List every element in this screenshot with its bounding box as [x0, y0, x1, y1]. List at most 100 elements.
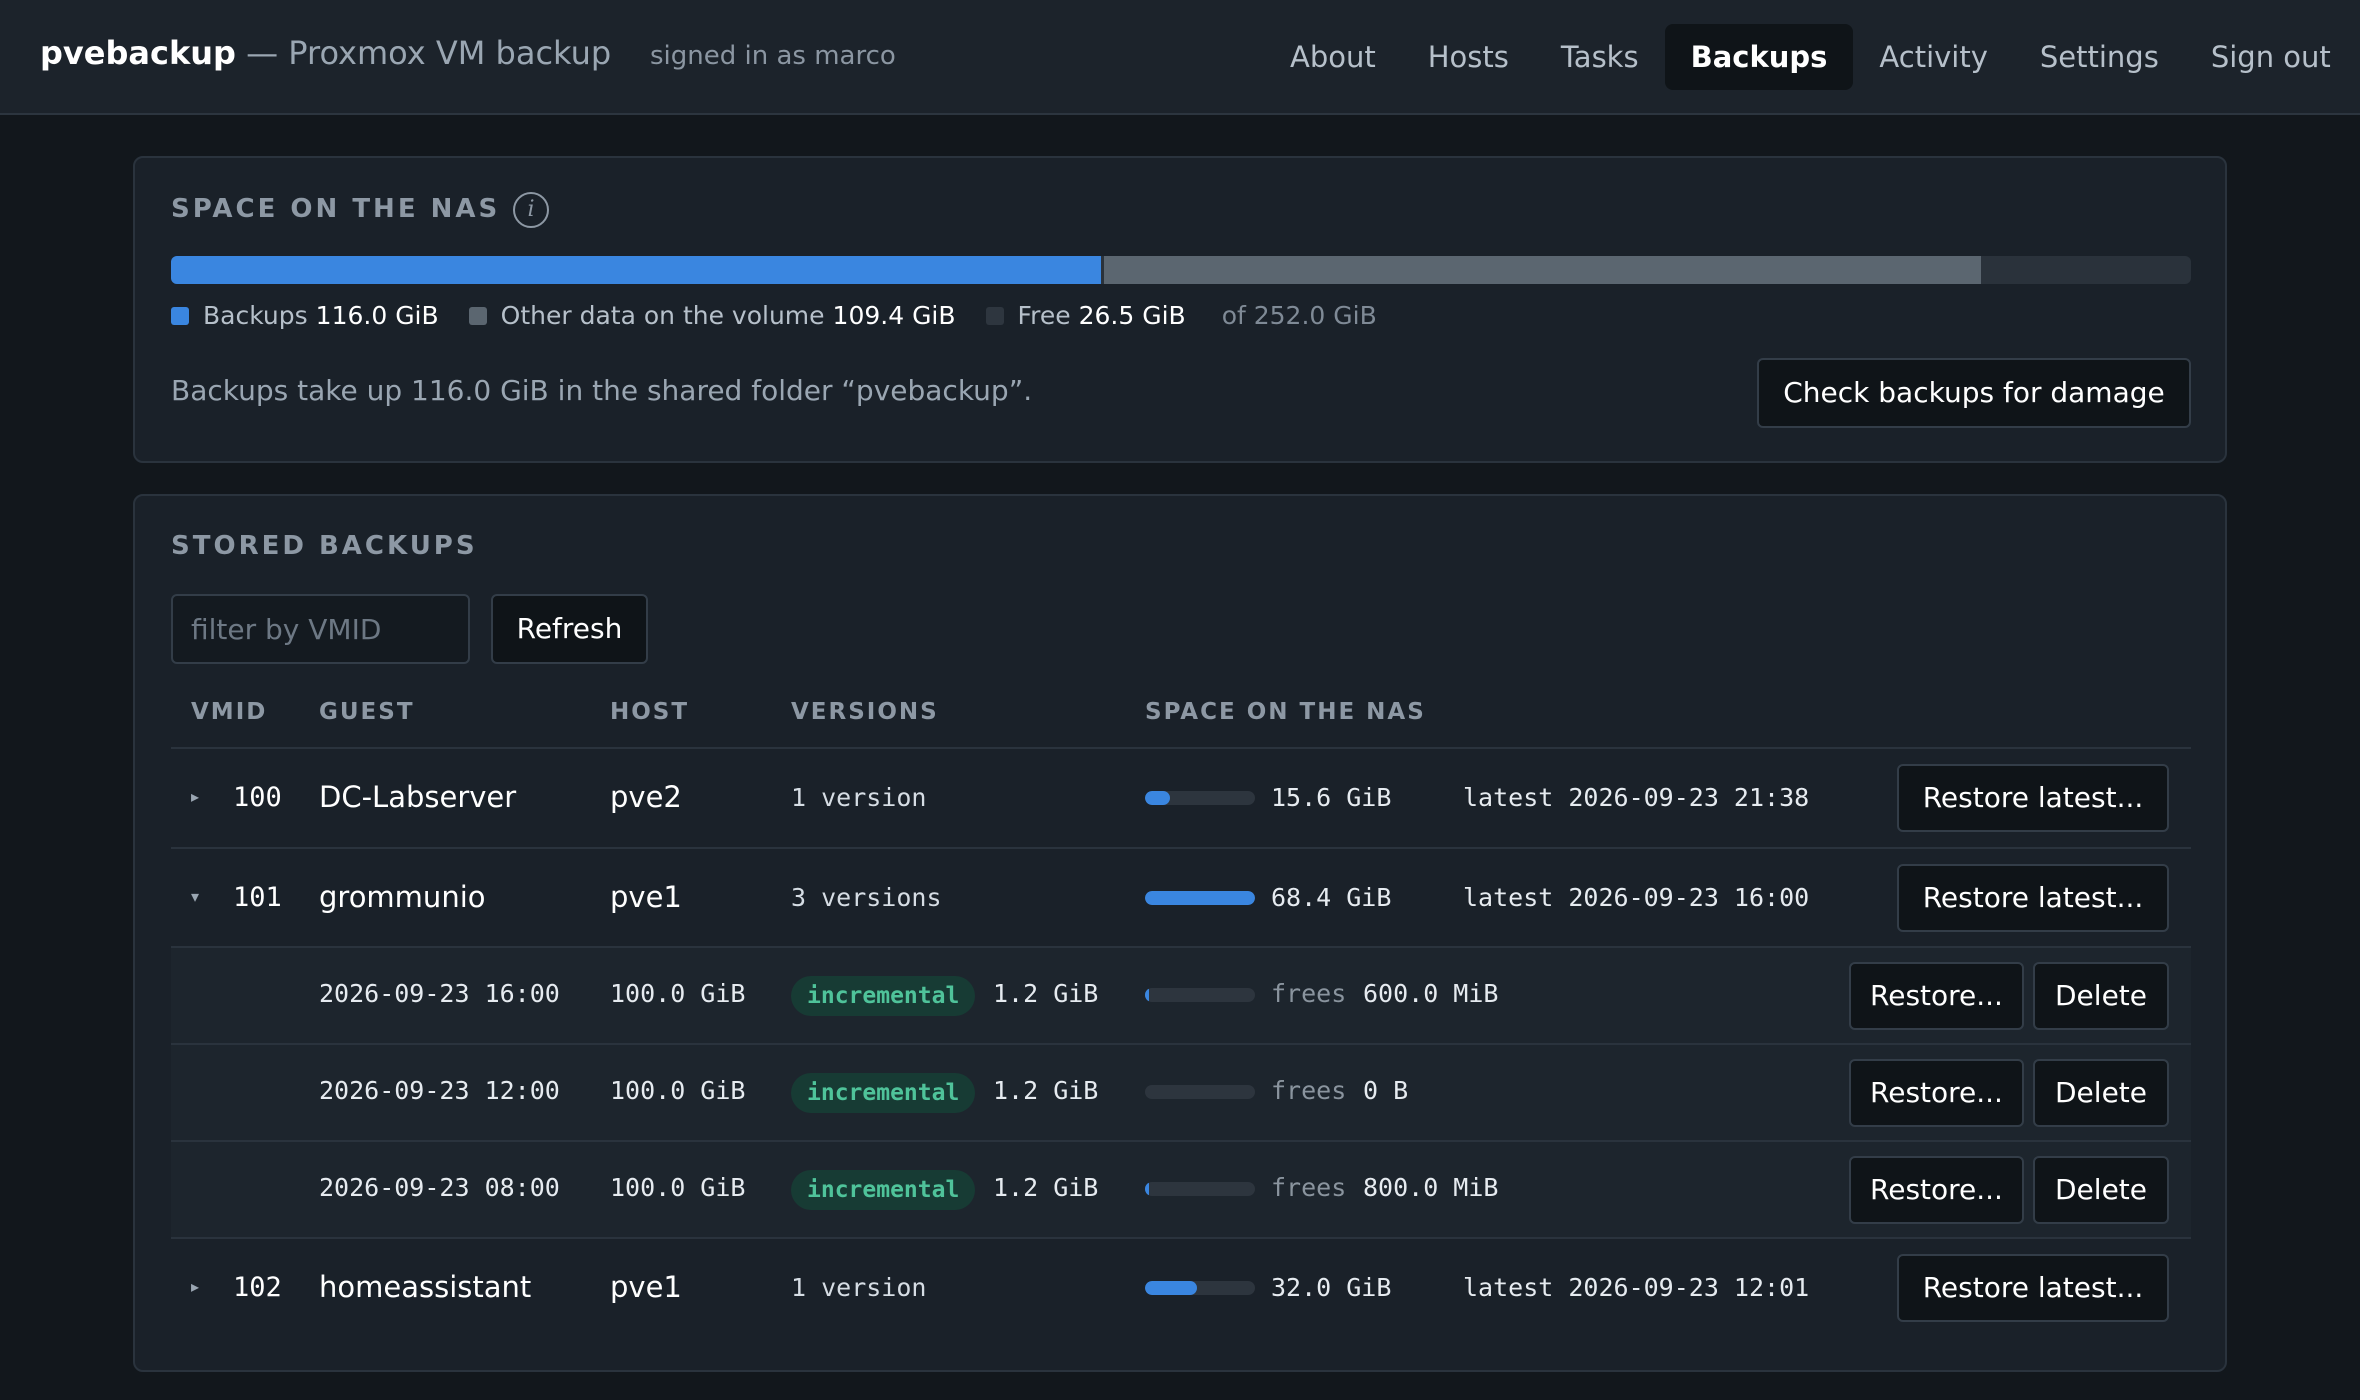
snapshot-frees-fill	[1145, 1182, 1149, 1196]
nav-activity[interactable]: Activity	[1853, 24, 2013, 90]
snapshot-frees-label: frees	[1271, 979, 1347, 1008]
legend-swatch-free	[985, 306, 1004, 325]
vm-versions: 1 version	[791, 783, 927, 812]
snapshot-type-badge: incremental	[791, 1073, 976, 1113]
snapshot-size: 1.2 GiB	[993, 1173, 1099, 1202]
delete-snapshot-button[interactable]: Delete	[2033, 1059, 2169, 1127]
usage-segment-backups	[171, 256, 1101, 284]
vm-space-bar	[1145, 791, 1255, 805]
restore-snapshot-button[interactable]: Restore...	[1849, 962, 2024, 1030]
nas-space-panel: SPACE ON THE NAS i Backups 116.0 GiB Oth…	[133, 156, 2227, 463]
snapshot-frees-bar	[1145, 1085, 1255, 1099]
legend-swatch-other	[468, 306, 487, 325]
check-backups-button[interactable]: Check backups for damage	[1757, 358, 2191, 428]
main-nav: About Hosts Tasks Backups Activity Setti…	[1264, 24, 2357, 90]
vm-size: 15.6 GiB	[1271, 783, 1392, 812]
vm-space-bar	[1145, 1281, 1255, 1295]
nas-space-title: SPACE ON THE NAS	[171, 194, 501, 224]
top-bar: pvebackup — Proxmox VM backup signed in …	[0, 0, 2360, 115]
app-brand[interactable]: pvebackup — Proxmox VM backup	[40, 34, 611, 72]
vm-size: 32.0 GiB	[1271, 1273, 1392, 1302]
legend-other-value: 109.4 GiB	[832, 301, 956, 330]
column-header-versions[interactable]: VERSIONS	[791, 699, 939, 725]
column-header-host[interactable]: HOST	[610, 699, 689, 725]
legend-free-label: Free	[1017, 301, 1071, 330]
vm-row[interactable]: ▸ 100 DC-Labserver pve2 1 version 15.6 G…	[171, 747, 2191, 847]
vm-row[interactable]: ▾ 101 grommunio pve1 3 versions 68.4 GiB…	[171, 847, 2191, 946]
vm-guest-name: grommunio	[319, 880, 486, 914]
nav-backups[interactable]: Backups	[1664, 24, 1854, 90]
app-name: pvebackup	[40, 34, 236, 72]
collapse-caret-icon[interactable]: ▾	[191, 887, 199, 906]
vm-guest-name: homeassistant	[319, 1270, 532, 1304]
legend-free: Free 26.5 GiB	[985, 301, 1186, 330]
restore-snapshot-button[interactable]: Restore...	[1849, 1059, 2024, 1127]
snapshot-frees-value: 800.0 MiB	[1363, 1173, 1499, 1202]
snapshot-disk-size: 100.0 GiB	[610, 1076, 746, 1105]
nav-settings[interactable]: Settings	[2014, 24, 2185, 90]
vm-latest: latest 2026-09-23 16:00	[1463, 883, 1810, 912]
snapshot-frees-value: 0 B	[1363, 1076, 1409, 1105]
nav-about[interactable]: About	[1264, 24, 1402, 90]
vmid-filter-input[interactable]	[171, 594, 470, 664]
nav-sign-out[interactable]: Sign out	[2185, 24, 2357, 90]
vm-row[interactable]: ▸ 102 homeassistant pve1 1 version 32.0 …	[171, 1237, 2191, 1337]
snapshot-frees-fill	[1145, 988, 1149, 1002]
vm-size: 68.4 GiB	[1271, 883, 1392, 912]
snapshot-time: 2026-09-23 08:00	[319, 1173, 560, 1202]
vm-space-fill	[1145, 891, 1255, 905]
column-header-vmid[interactable]: VMID	[191, 699, 267, 725]
legend-backups: Backups 116.0 GiB	[171, 301, 439, 330]
delete-snapshot-button[interactable]: Delete	[2033, 962, 2169, 1030]
snapshot-type-badge: incremental	[791, 1170, 976, 1210]
snapshot-row: 2026-09-23 16:00 100.0 GiB incremental 1…	[171, 946, 2191, 1043]
legend-free-value: 26.5 GiB	[1078, 301, 1186, 330]
usage-legend: Backups 116.0 GiB Other data on the volu…	[171, 301, 1377, 330]
vm-versions: 3 versions	[791, 883, 942, 912]
snapshot-row: 2026-09-23 08:00 100.0 GiB incremental 1…	[171, 1140, 2191, 1237]
column-header-space[interactable]: SPACE ON THE NAS	[1145, 699, 1426, 725]
vm-host: pve1	[610, 1270, 682, 1304]
signed-in-label: signed in as marco	[650, 41, 896, 71]
delete-snapshot-button[interactable]: Delete	[2033, 1156, 2169, 1224]
snapshot-frees-label: frees	[1271, 1173, 1347, 1202]
info-icon[interactable]: i	[513, 192, 549, 228]
legend-total: of 252.0 GiB	[1221, 301, 1377, 330]
legend-backups-label: Backups	[203, 301, 308, 330]
snapshot-frees-label: frees	[1271, 1076, 1347, 1105]
restore-latest-button[interactable]: Restore latest...	[1897, 1254, 2169, 1322]
vm-guest-name: DC-Labserver	[319, 780, 517, 814]
vm-host: pve1	[610, 880, 682, 914]
expand-caret-icon[interactable]: ▸	[191, 787, 199, 806]
restore-latest-button[interactable]: Restore latest...	[1897, 864, 2169, 932]
expand-caret-icon[interactable]: ▸	[191, 1277, 199, 1296]
stored-backups-panel: STORED BACKUPS Refresh VMID GUEST HOST V…	[133, 494, 2227, 1372]
vm-space-fill	[1145, 791, 1170, 805]
snapshot-frees-bar	[1145, 988, 1255, 1002]
usage-segment-other	[1104, 256, 1981, 284]
vm-id: 101	[233, 882, 282, 913]
restore-latest-button[interactable]: Restore latest...	[1897, 764, 2169, 832]
snapshot-time: 2026-09-23 12:00	[319, 1076, 560, 1105]
snapshot-size: 1.2 GiB	[993, 979, 1099, 1008]
vm-id: 102	[233, 1272, 282, 1303]
snapshot-disk-size: 100.0 GiB	[610, 979, 746, 1008]
legend-other-label: Other data on the volume	[500, 301, 825, 330]
refresh-button[interactable]: Refresh	[491, 594, 648, 664]
vm-latest: latest 2026-09-23 21:38	[1463, 783, 1810, 812]
snapshot-row: 2026-09-23 12:00 100.0 GiB incremental 1…	[171, 1043, 2191, 1140]
vm-id: 100	[233, 782, 282, 813]
snapshot-time: 2026-09-23 16:00	[319, 979, 560, 1008]
nav-tasks[interactable]: Tasks	[1535, 24, 1665, 90]
nav-hosts[interactable]: Hosts	[1402, 24, 1535, 90]
restore-snapshot-button[interactable]: Restore...	[1849, 1156, 2024, 1224]
column-header-guest[interactable]: GUEST	[319, 699, 415, 725]
legend-backups-value: 116.0 GiB	[315, 301, 439, 330]
snapshot-size: 1.2 GiB	[993, 1076, 1099, 1105]
legend-other: Other data on the volume 109.4 GiB	[468, 301, 956, 330]
vm-space-bar	[1145, 891, 1255, 905]
snapshot-type-badge: incremental	[791, 976, 976, 1016]
space-note: Backups take up 116.0 GiB in the shared …	[171, 374, 1033, 407]
app-subtitle: — Proxmox VM backup	[246, 34, 612, 72]
snapshot-frees-value: 600.0 MiB	[1363, 979, 1499, 1008]
